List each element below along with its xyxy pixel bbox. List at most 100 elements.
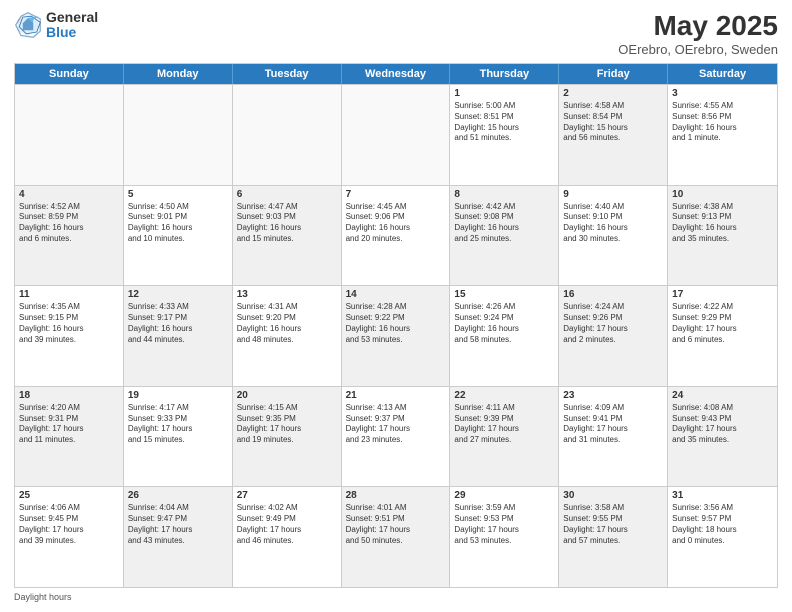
calendar-cell-day-12: 12Sunrise: 4:33 AM Sunset: 9:17 PM Dayli…	[124, 286, 233, 386]
logo: General Blue	[14, 10, 98, 41]
calendar-cell-day-11: 11 Sunrise: 4:35 AM Sunset: 9:15 PM Dayli…	[15, 286, 124, 386]
header-day-thursday: Thursday	[450, 64, 559, 84]
sub-title: OErebro, OErebro, Sweden	[618, 42, 778, 57]
cell-info-text: Sunrise: 4:31 AM Sunset: 9:20 PM Dayligh…	[237, 302, 337, 345]
calendar-body: 1 Sunrise: 5:00 AM Sunset: 8:51 PM Daylig…	[15, 84, 777, 587]
cell-info-text: Sunrise: 4:47 AM Sunset: 9:03 PM Dayligh…	[237, 202, 337, 245]
cell-info-text: Sunrise: 4:13 AM Sunset: 9:37 PM Dayligh…	[346, 403, 446, 446]
cell-info-text: Sunrise: 4:45 AM Sunset: 9:06 PM Dayligh…	[346, 202, 446, 245]
header-day-saturday: Saturday	[668, 64, 777, 84]
logo-general-text: General	[46, 10, 98, 25]
day-number: 7	[346, 189, 446, 200]
calendar-cell-day-23: 23 Sunrise: 4:09 AM Sunset: 9:41 PM Dayli…	[559, 387, 668, 487]
calendar-header: SundayMondayTuesdayWednesdayThursdayFrid…	[15, 64, 777, 84]
calendar-cell-day-2: 2 Sunrise: 4:58 AM Sunset: 8:54 PM Daylig…	[559, 85, 668, 185]
day-number: 24	[672, 390, 773, 401]
day-number: 16	[563, 289, 663, 300]
day-number: 21	[346, 390, 446, 401]
cell-info-text: Sunrise: 4:22 AM Sunset: 9:29 PM Dayligh…	[672, 302, 773, 345]
cell-info-text: Sunrise: 4:55 AM Sunset: 8:56 PM Dayligh…	[672, 101, 773, 144]
calendar-cell-empty	[342, 85, 451, 185]
day-number: 20	[237, 390, 337, 401]
cell-info-text: Sunrise: 4:01 AM Sunset: 9:51 PM Dayligh…	[346, 503, 446, 546]
calendar-cell-day-5: 5Sunrise: 4:50 AM Sunset: 9:01 PM Daylig…	[124, 186, 233, 286]
cell-info-text: Sunrise: 4:09 AM Sunset: 9:41 PM Dayligh…	[563, 403, 663, 446]
day-number: 4	[19, 189, 119, 200]
cell-info-text: Sunrise: 4:08 AM Sunset: 9:43 PM Dayligh…	[672, 403, 773, 446]
calendar-cell-day-8: 8 Sunrise: 4:42 AM Sunset: 9:08 PM Daylig…	[450, 186, 559, 286]
cell-info-text: Sunrise: 3:59 AM Sunset: 9:53 PM Dayligh…	[454, 503, 554, 546]
header-day-tuesday: Tuesday	[233, 64, 342, 84]
calendar-row-5: 25 Sunrise: 4:06 AM Sunset: 9:45 PM Dayli…	[15, 486, 777, 587]
cell-info-text: Sunrise: 4:35 AM Sunset: 9:15 PM Dayligh…	[19, 302, 119, 345]
cell-info-text: Sunrise: 4:24 AM Sunset: 9:26 PM Dayligh…	[563, 302, 663, 345]
calendar-row-4: 18Sunrise: 4:20 AM Sunset: 9:31 PM Dayli…	[15, 386, 777, 487]
cell-info-text: Sunrise: 4:26 AM Sunset: 9:24 PM Dayligh…	[454, 302, 554, 345]
calendar-cell-day-15: 15 Sunrise: 4:26 AM Sunset: 9:24 PM Dayli…	[450, 286, 559, 386]
cell-info-text: Sunrise: 4:06 AM Sunset: 9:45 PM Dayligh…	[19, 503, 119, 546]
header-day-sunday: Sunday	[15, 64, 124, 84]
day-number: 19	[128, 390, 228, 401]
day-number: 30	[563, 490, 663, 501]
cell-info-text: Sunrise: 4:42 AM Sunset: 9:08 PM Dayligh…	[454, 202, 554, 245]
day-number: 11	[19, 289, 119, 300]
day-number: 28	[346, 490, 446, 501]
calendar-cell-empty	[124, 85, 233, 185]
header-day-monday: Monday	[124, 64, 233, 84]
calendar-row-2: 4 Sunrise: 4:52 AM Sunset: 8:59 PM Daylig…	[15, 185, 777, 286]
day-number: 31	[672, 490, 773, 501]
header-day-wednesday: Wednesday	[342, 64, 451, 84]
main-title: May 2025	[618, 10, 778, 42]
calendar-cell-day-19: 19 Sunrise: 4:17 AM Sunset: 9:33 PM Dayli…	[124, 387, 233, 487]
calendar-cell-day-21: 21 Sunrise: 4:13 AM Sunset: 9:37 PM Dayli…	[342, 387, 451, 487]
day-number: 14	[346, 289, 446, 300]
calendar-cell-day-29: 29Sunrise: 3:59 AM Sunset: 9:53 PM Dayli…	[450, 487, 559, 587]
cell-info-text: Sunrise: 5:00 AM Sunset: 8:51 PM Dayligh…	[454, 101, 554, 144]
cell-info-text: Sunrise: 4:15 AM Sunset: 9:35 PM Dayligh…	[237, 403, 337, 446]
day-number: 10	[672, 189, 773, 200]
calendar-cell-day-1: 1 Sunrise: 5:00 AM Sunset: 8:51 PM Daylig…	[450, 85, 559, 185]
cell-info-text: Sunrise: 4:52 AM Sunset: 8:59 PM Dayligh…	[19, 202, 119, 245]
day-number: 12	[128, 289, 228, 300]
calendar-cell-day-27: 27Sunrise: 4:02 AM Sunset: 9:49 PM Dayli…	[233, 487, 342, 587]
cell-info-text: Sunrise: 4:58 AM Sunset: 8:54 PM Dayligh…	[563, 101, 663, 144]
calendar-cell-day-3: 3 Sunrise: 4:55 AM Sunset: 8:56 PM Daylig…	[668, 85, 777, 185]
calendar-cell-empty	[15, 85, 124, 185]
calendar-cell-day-6: 6Sunrise: 4:47 AM Sunset: 9:03 PM Daylig…	[233, 186, 342, 286]
day-number: 13	[237, 289, 337, 300]
calendar-row-3: 11 Sunrise: 4:35 AM Sunset: 9:15 PM Dayli…	[15, 285, 777, 386]
day-number: 2	[563, 88, 663, 99]
day-number: 25	[19, 490, 119, 501]
cell-info-text: Sunrise: 4:04 AM Sunset: 9:47 PM Dayligh…	[128, 503, 228, 546]
day-number: 22	[454, 390, 554, 401]
logo-text: General Blue	[46, 10, 98, 41]
day-number: 15	[454, 289, 554, 300]
day-number: 9	[563, 189, 663, 200]
calendar-cell-day-24: 24 Sunrise: 4:08 AM Sunset: 9:43 PM Dayli…	[668, 387, 777, 487]
cell-info-text: Sunrise: 4:02 AM Sunset: 9:49 PM Dayligh…	[237, 503, 337, 546]
calendar: SundayMondayTuesdayWednesdayThursdayFrid…	[14, 63, 778, 588]
logo-blue-text: Blue	[46, 25, 98, 40]
calendar-cell-day-17: 17 Sunrise: 4:22 AM Sunset: 9:29 PM Dayli…	[668, 286, 777, 386]
cell-info-text: Sunrise: 4:17 AM Sunset: 9:33 PM Dayligh…	[128, 403, 228, 446]
calendar-cell-day-30: 30Sunrise: 3:58 AM Sunset: 9:55 PM Dayli…	[559, 487, 668, 587]
page-header: General Blue May 2025 OErebro, OErebro, …	[14, 10, 778, 57]
calendar-cell-day-4: 4 Sunrise: 4:52 AM Sunset: 8:59 PM Daylig…	[15, 186, 124, 286]
cell-info-text: Sunrise: 4:40 AM Sunset: 9:10 PM Dayligh…	[563, 202, 663, 245]
day-number: 3	[672, 88, 773, 99]
calendar-cell-day-31: 31 Sunrise: 3:56 AM Sunset: 9:57 PM Dayli…	[668, 487, 777, 587]
calendar-cell-day-10: 10 Sunrise: 4:38 AM Sunset: 9:13 PM Dayli…	[668, 186, 777, 286]
cell-info-text: Sunrise: 3:56 AM Sunset: 9:57 PM Dayligh…	[672, 503, 773, 546]
calendar-cell-day-9: 9 Sunrise: 4:40 AM Sunset: 9:10 PM Daylig…	[559, 186, 668, 286]
cell-info-text: Sunrise: 4:28 AM Sunset: 9:22 PM Dayligh…	[346, 302, 446, 345]
day-number: 23	[563, 390, 663, 401]
day-number: 17	[672, 289, 773, 300]
header-day-friday: Friday	[559, 64, 668, 84]
cell-info-text: Sunrise: 4:38 AM Sunset: 9:13 PM Dayligh…	[672, 202, 773, 245]
calendar-cell-day-22: 22 Sunrise: 4:11 AM Sunset: 9:39 PM Dayli…	[450, 387, 559, 487]
logo-icon	[14, 11, 42, 39]
cell-info-text: Sunrise: 4:11 AM Sunset: 9:39 PM Dayligh…	[454, 403, 554, 446]
day-number: 5	[128, 189, 228, 200]
day-number: 1	[454, 88, 554, 99]
day-number: 8	[454, 189, 554, 200]
